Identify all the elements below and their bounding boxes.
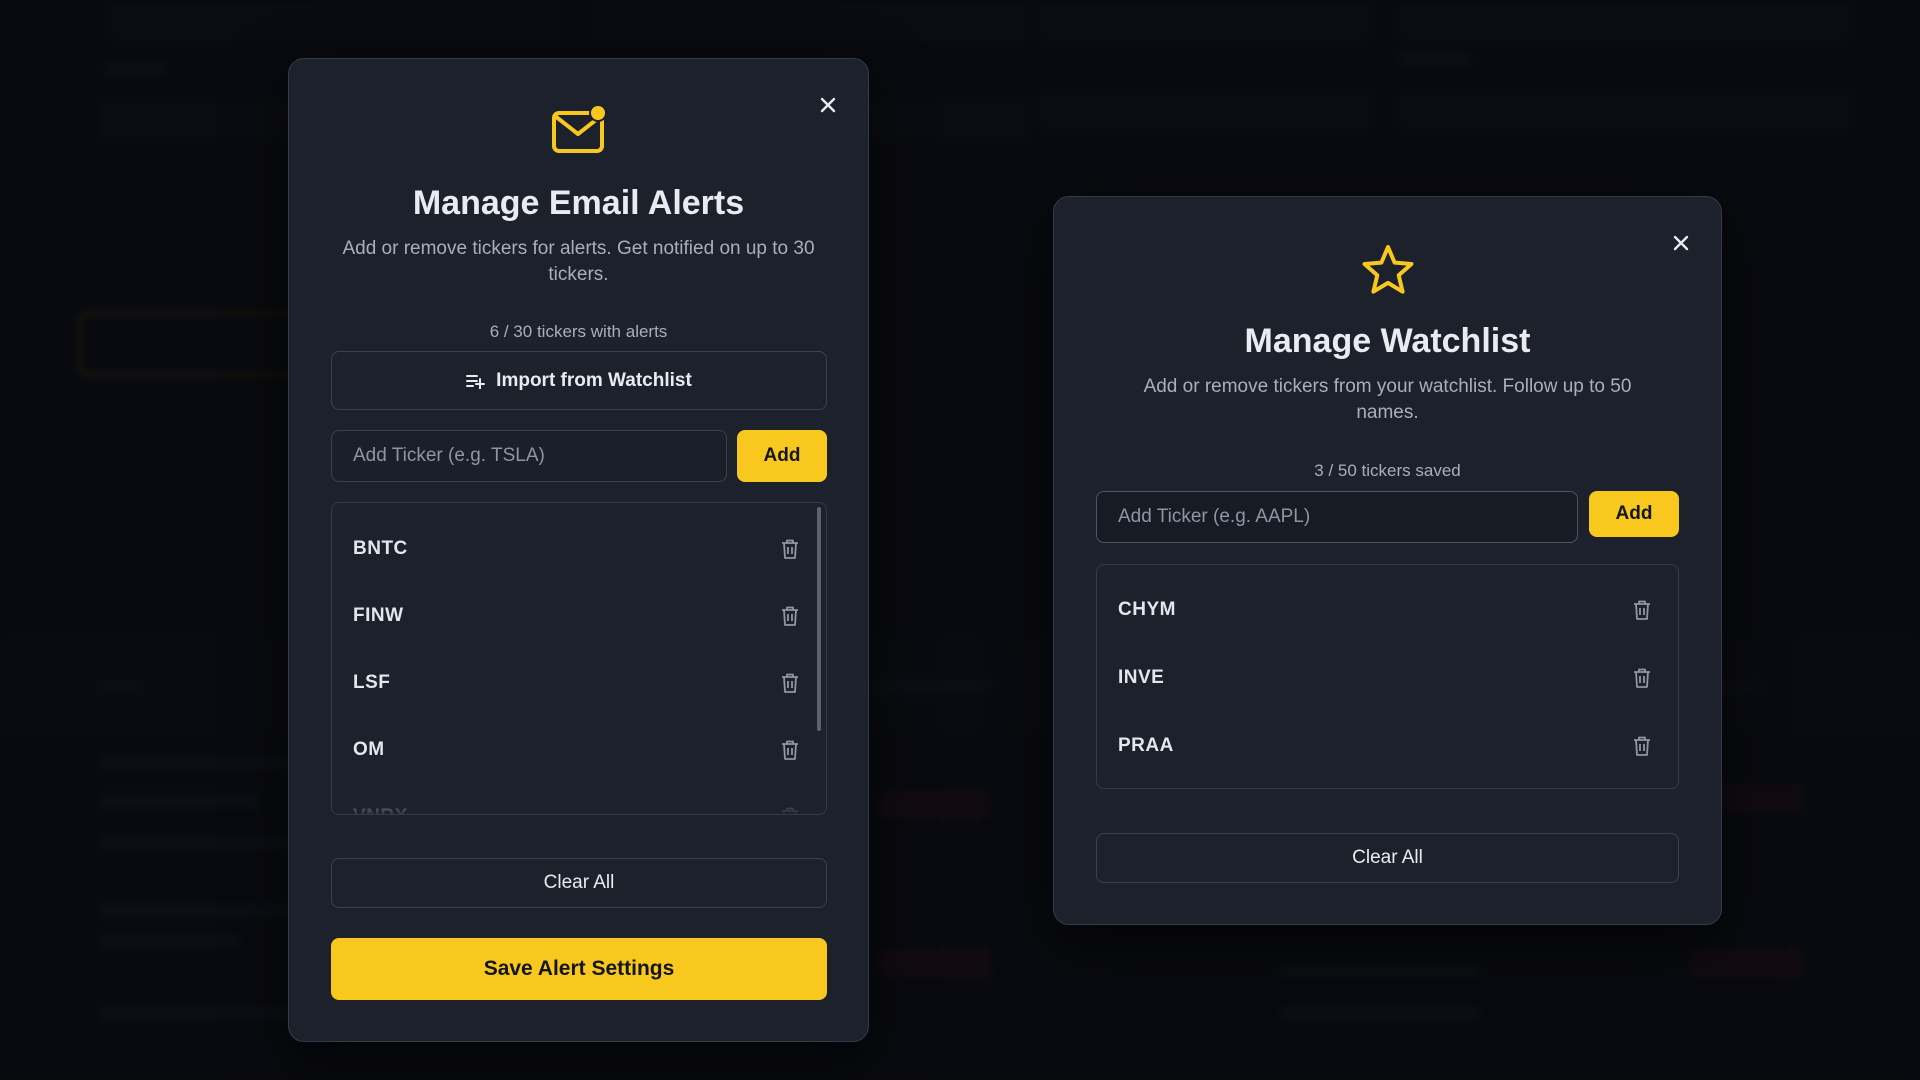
trash-icon — [782, 606, 798, 626]
delete-ticker-button[interactable] — [780, 806, 800, 814]
ticker-symbol: VNRX — [353, 806, 408, 814]
modal-description: Add or remove tickers for alerts. Get no… — [342, 238, 815, 285]
ticker-count: 6 / 30 tickers with alerts — [489, 322, 668, 341]
watchlist-modal: Manage Watchlist Add or remove tickers f… — [1053, 196, 1722, 925]
import-button-label: Import from Watchlist — [496, 369, 692, 391]
trash-icon — [1634, 668, 1650, 688]
ticker-count: 3 / 50 tickers saved — [1314, 461, 1461, 480]
modal-title: Manage Watchlist — [1244, 322, 1531, 360]
delete-ticker-button[interactable] — [780, 672, 800, 694]
star-icon — [1361, 244, 1415, 301]
close-button[interactable] — [1665, 227, 1697, 259]
delete-ticker-button[interactable] — [780, 605, 800, 627]
trash-icon — [782, 673, 798, 693]
list-scrollbar[interactable] — [817, 507, 821, 731]
trash-icon — [782, 740, 798, 760]
ticker-symbol: INVE — [1118, 667, 1165, 688]
list-item: OM — [332, 726, 826, 774]
import-from-watchlist-button[interactable]: Import from Watchlist — [331, 351, 827, 410]
close-icon — [820, 97, 836, 113]
list-item: LSF — [332, 659, 826, 707]
add-ticker-button[interactable]: Add — [1589, 491, 1679, 537]
ticker-symbol: FINW — [353, 605, 404, 626]
list-item: BNTC — [332, 525, 826, 573]
clear-all-button[interactable]: Clear All — [331, 858, 827, 908]
ticker-symbol: PRAA — [1118, 735, 1174, 756]
delete-ticker-button[interactable] — [780, 538, 800, 560]
ticker-symbol: LSF — [353, 672, 391, 693]
modal-description: Add or remove tickers from your watchlis… — [1143, 376, 1632, 423]
add-ticker-input[interactable] — [1096, 491, 1578, 543]
playlist-add-icon — [466, 374, 486, 389]
trash-icon — [1634, 736, 1650, 756]
close-button[interactable] — [812, 89, 844, 121]
delete-ticker-button[interactable] — [1632, 667, 1652, 689]
list-item: FINW — [332, 592, 826, 640]
email-alerts-modal: Manage Email Alerts Add or remove ticker… — [288, 58, 869, 1042]
close-icon — [1673, 235, 1689, 251]
list-item: PRAA — [1097, 722, 1678, 770]
alert-tickers-list[interactable]: BNTC FINW LSF OM VNRX — [331, 502, 827, 815]
list-item: CHYM — [1097, 586, 1678, 634]
trash-icon — [1634, 600, 1650, 620]
delete-ticker-button[interactable] — [780, 739, 800, 761]
list-item: VNRX — [332, 793, 826, 814]
ticker-symbol: CHYM — [1118, 599, 1176, 620]
clear-all-button[interactable]: Clear All — [1096, 833, 1679, 883]
watchlist-tickers-list[interactable]: CHYM INVE PRAA — [1096, 564, 1679, 789]
ticker-symbol: OM — [353, 739, 385, 760]
list-item: INVE — [1097, 654, 1678, 702]
save-alert-settings-button[interactable]: Save Alert Settings — [331, 938, 827, 1000]
modal-title: Manage Email Alerts — [412, 184, 745, 222]
trash-icon — [782, 807, 798, 814]
add-ticker-button[interactable]: Add — [737, 430, 827, 482]
mail-notification-icon — [551, 104, 607, 160]
delete-ticker-button[interactable] — [1632, 735, 1652, 757]
ticker-symbol: BNTC — [353, 538, 408, 559]
delete-ticker-button[interactable] — [1632, 599, 1652, 621]
add-ticker-input[interactable] — [331, 430, 727, 482]
trash-icon — [782, 539, 798, 559]
